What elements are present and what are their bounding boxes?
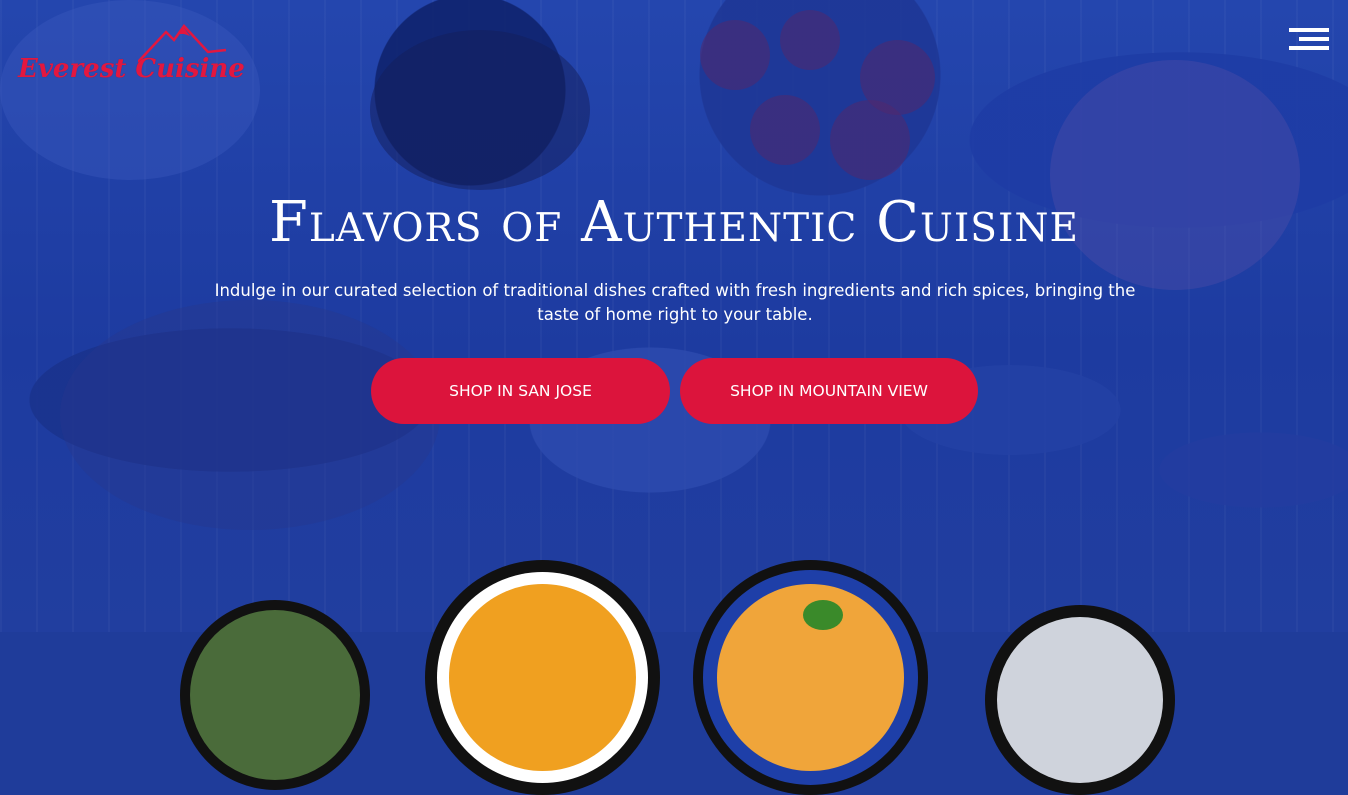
brand-name: Everest Cuisine <box>18 54 245 84</box>
dish-image <box>425 560 660 795</box>
brand-logo[interactable]: Everest Cuisine <box>18 24 245 94</box>
dish-image <box>985 605 1175 795</box>
shop-mountain-view-button[interactable]: SHOP IN MOUNTAIN VIEW <box>680 358 978 424</box>
hero-subtitle: Indulge in our curated selection of trad… <box>214 281 1136 324</box>
shop-san-jose-button[interactable]: SHOP IN SAN JOSE <box>371 358 670 424</box>
dish-image <box>180 600 370 790</box>
hamburger-menu-icon[interactable] <box>1285 28 1329 54</box>
dish-image <box>693 560 928 795</box>
hero-title: Flavors of Authentic Cuisine <box>269 190 1079 255</box>
